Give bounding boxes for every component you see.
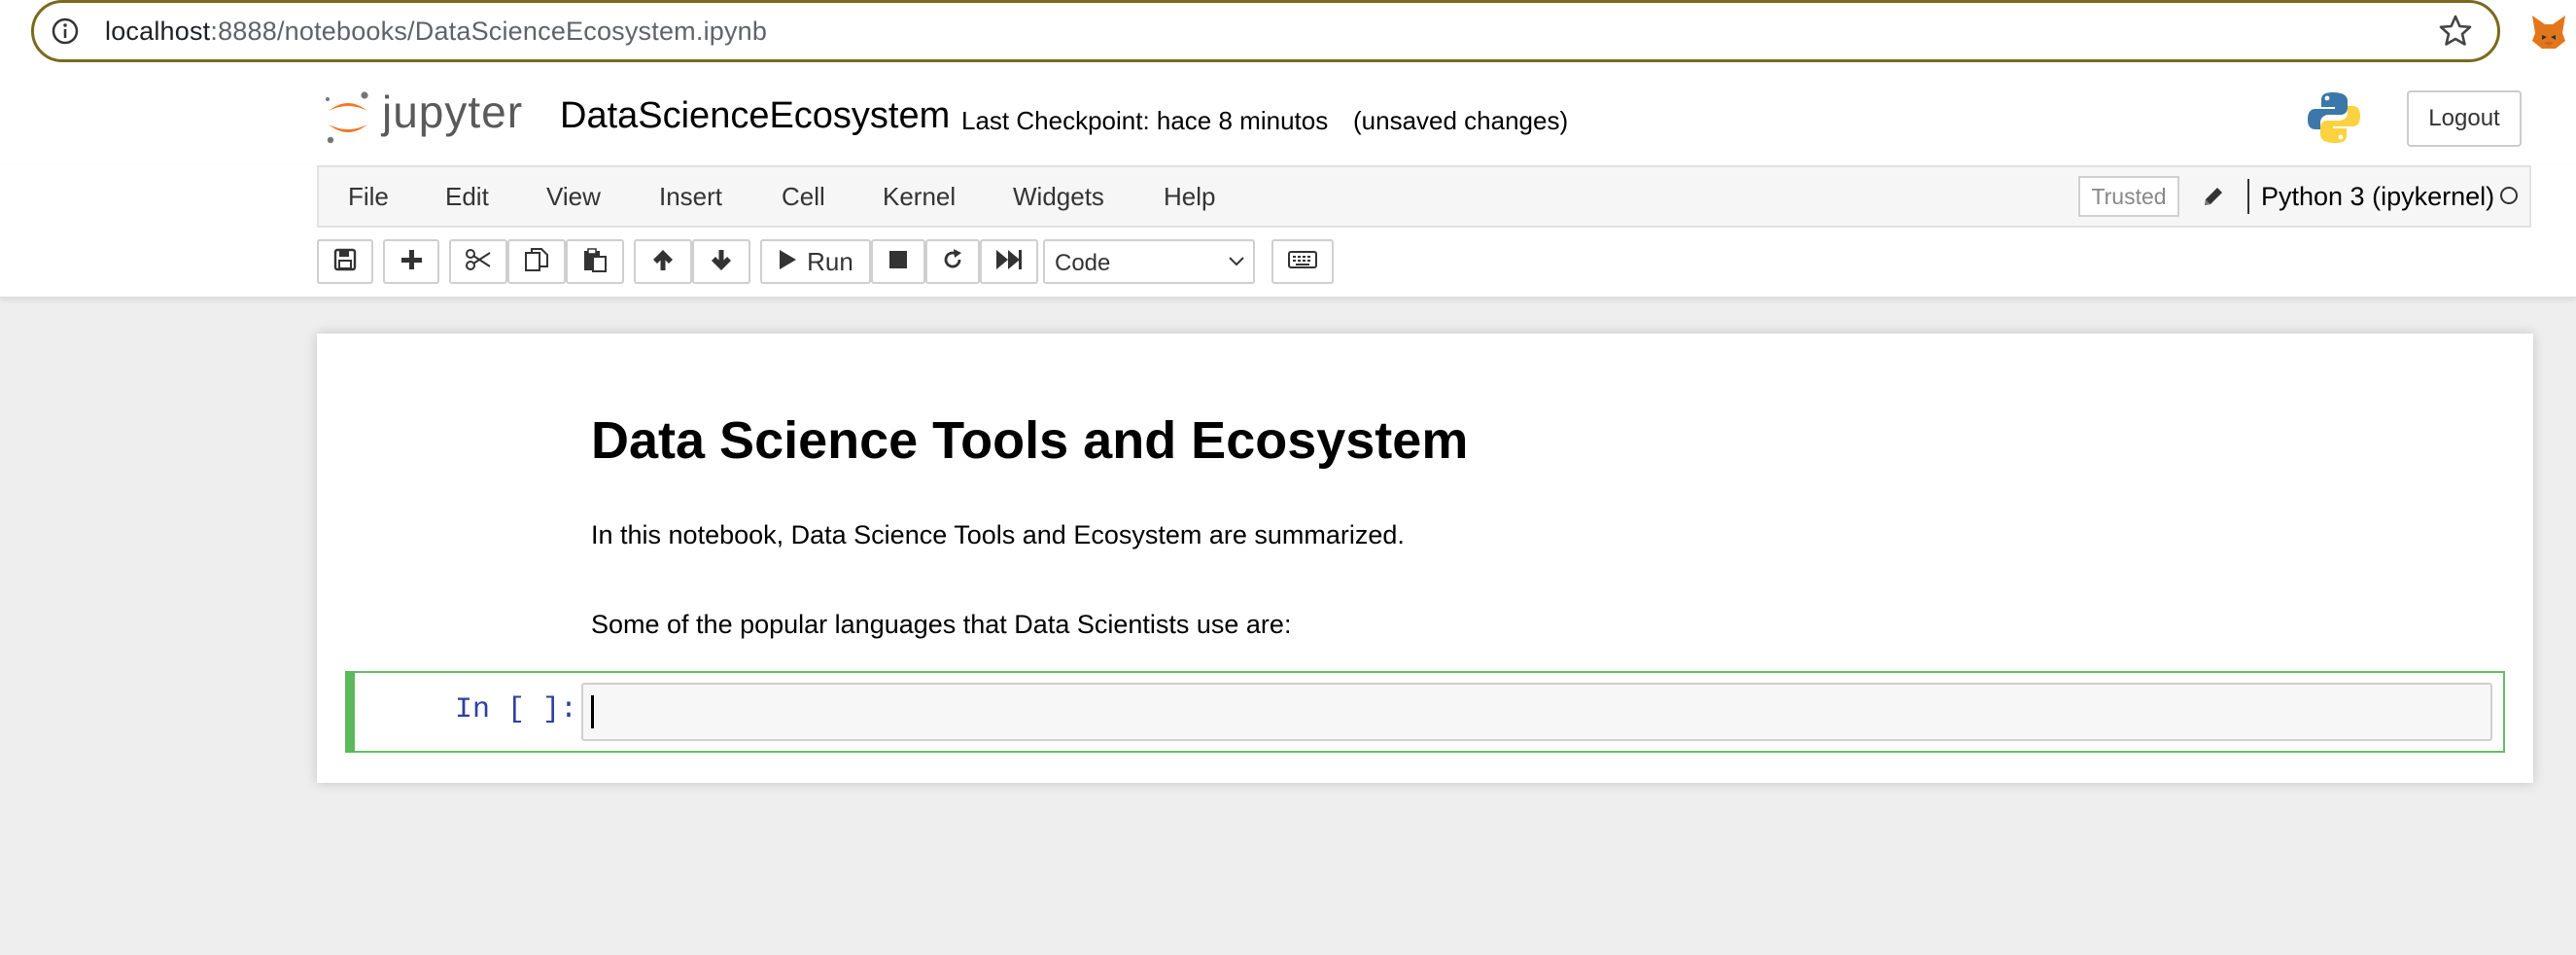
cell-type-select[interactable]: Code	[1043, 239, 1255, 284]
cell-type-value: Code	[1055, 250, 1111, 276]
menu-cell[interactable]: Cell	[782, 182, 825, 212]
paste-button[interactable]	[566, 239, 624, 284]
save-button[interactable]	[317, 239, 373, 284]
kernel-separator	[2247, 179, 2249, 214]
star-icon[interactable]	[2438, 14, 2473, 53]
kernel-idle-indicator	[2500, 187, 2518, 204]
menubar	[317, 165, 2531, 228]
paste-icon	[582, 247, 608, 277]
restart-run-all-button[interactable]	[980, 239, 1038, 284]
menu-widgets[interactable]: Widgets	[1013, 182, 1104, 212]
info-icon[interactable]	[51, 17, 80, 51]
move-down-button[interactable]	[692, 239, 750, 284]
chevron-down-icon	[1228, 255, 1245, 273]
restart-icon	[941, 248, 964, 276]
markdown-heading[interactable]: Data Science Tools and Ecosystem	[591, 410, 1468, 471]
command-palette-button[interactable]	[1271, 239, 1334, 284]
notebook-title[interactable]: DataScienceEcosystem	[560, 95, 950, 137]
markdown-paragraph[interactable]: In this notebook, Data Science Tools and…	[591, 520, 1405, 550]
kernel-name[interactable]: Python 3 (ipykernel)	[2261, 182, 2494, 212]
plus-icon	[400, 248, 423, 276]
copy-button[interactable]	[507, 239, 566, 284]
input-prompt: In [ ]:	[455, 693, 578, 726]
trusted-badge[interactable]: Trusted	[2078, 176, 2179, 217]
interrupt-button[interactable]	[871, 239, 925, 284]
cut-icon	[465, 248, 492, 276]
pencil-icon[interactable]	[2201, 184, 2226, 214]
url-path: :8888/notebooks/DataScienceEcosystem.ipy…	[210, 17, 768, 46]
extension-fox-icon[interactable]	[2529, 14, 2568, 55]
python-logo-icon	[2306, 89, 2362, 151]
text-cursor	[591, 695, 594, 728]
menu-help[interactable]: Help	[1164, 182, 1215, 212]
copy-icon	[524, 247, 549, 277]
restart-button[interactable]	[925, 239, 980, 284]
cut-button[interactable]	[449, 239, 507, 284]
stop-icon	[888, 250, 908, 274]
jupyter-logo-text[interactable]: jupyter	[382, 86, 523, 138]
url-host: localhost	[105, 17, 211, 46]
save-icon	[333, 248, 357, 276]
jupyter-logo-icon[interactable]	[323, 89, 373, 151]
checkpoint-status: Last Checkpoint: hace 8 minutos	[961, 106, 1329, 135]
insert-cell-button[interactable]	[383, 239, 439, 284]
keyboard-icon	[1288, 250, 1317, 274]
arrow-up-icon	[651, 248, 675, 276]
menu-view[interactable]: View	[546, 182, 601, 212]
menu-insert[interactable]: Insert	[659, 182, 722, 212]
run-button[interactable]: Run	[760, 239, 871, 284]
code-input[interactable]	[581, 683, 2492, 741]
menu-file[interactable]: File	[348, 182, 389, 212]
autosave-status: (unsaved changes)	[1353, 106, 1569, 135]
menu-kernel[interactable]: Kernel	[883, 182, 956, 212]
run-label: Run	[807, 246, 853, 276]
logout-button[interactable]: Logout	[2407, 90, 2522, 147]
url-text[interactable]: localhost:8888/notebooks/DataScienceEcos…	[105, 14, 767, 49]
cell-selection-bar	[345, 671, 355, 753]
move-up-button[interactable]	[634, 239, 692, 284]
arrow-down-icon	[710, 248, 733, 276]
menu-edit[interactable]: Edit	[445, 182, 489, 212]
markdown-paragraph[interactable]: Some of the popular languages that Data …	[591, 610, 1291, 640]
run-icon	[778, 249, 797, 275]
fast-forward-icon	[995, 249, 1023, 275]
